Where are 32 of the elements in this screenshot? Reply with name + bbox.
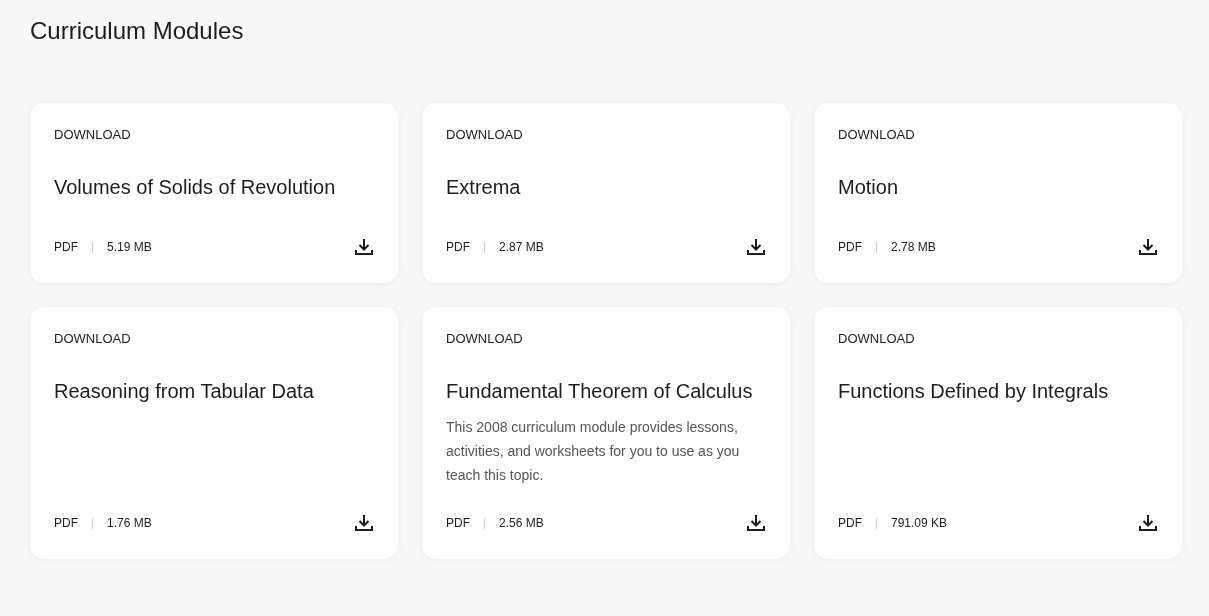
file-size: 791.09 KB: [891, 515, 948, 532]
download-icon[interactable]: [354, 237, 374, 257]
download-label[interactable]: DOWNLOAD: [54, 127, 131, 143]
download-label[interactable]: DOWNLOAD: [446, 127, 523, 143]
file-format: PDF: [54, 239, 78, 256]
download-label[interactable]: DOWNLOAD: [838, 331, 915, 347]
download-icon[interactable]: [746, 513, 766, 533]
file-size: 5.19 MB: [107, 239, 152, 256]
module-title: Reasoning from Tabular Data: [54, 379, 315, 404]
file-format: PDF: [446, 515, 470, 532]
download-icon[interactable]: [1138, 237, 1158, 257]
module-description: This 2008 curriculum module provides lessons, activities, and worksheets for you to use as you teach this topic.: [446, 418, 741, 485]
file-size: 2.87 MB: [499, 239, 544, 256]
file-size: 1.76 MB: [107, 515, 152, 532]
download-icon[interactable]: [746, 237, 766, 257]
file-size: 2.78 MB: [891, 239, 936, 256]
module-title: Fundamental Theorem of Calculus: [446, 379, 754, 404]
module-title: Functions Defined by Integrals: [838, 379, 1110, 404]
file-format: PDF: [54, 515, 78, 532]
module-title: Volumes of Solids of Revolution: [54, 175, 337, 200]
download-icon[interactable]: [1138, 513, 1158, 533]
download-icon[interactable]: [354, 513, 374, 533]
module-title: Extrema: [446, 175, 522, 200]
download-label[interactable]: DOWNLOAD: [838, 127, 915, 143]
module-title: Motion: [838, 175, 900, 200]
page-title: Curriculum Modules: [30, 16, 245, 46]
download-label[interactable]: DOWNLOAD: [446, 331, 523, 347]
download-label[interactable]: DOWNLOAD: [54, 331, 131, 347]
file-format: PDF: [838, 515, 862, 532]
file-format: PDF: [446, 239, 470, 256]
file-size: 2.56 MB: [499, 515, 544, 532]
file-format: PDF: [838, 239, 862, 256]
